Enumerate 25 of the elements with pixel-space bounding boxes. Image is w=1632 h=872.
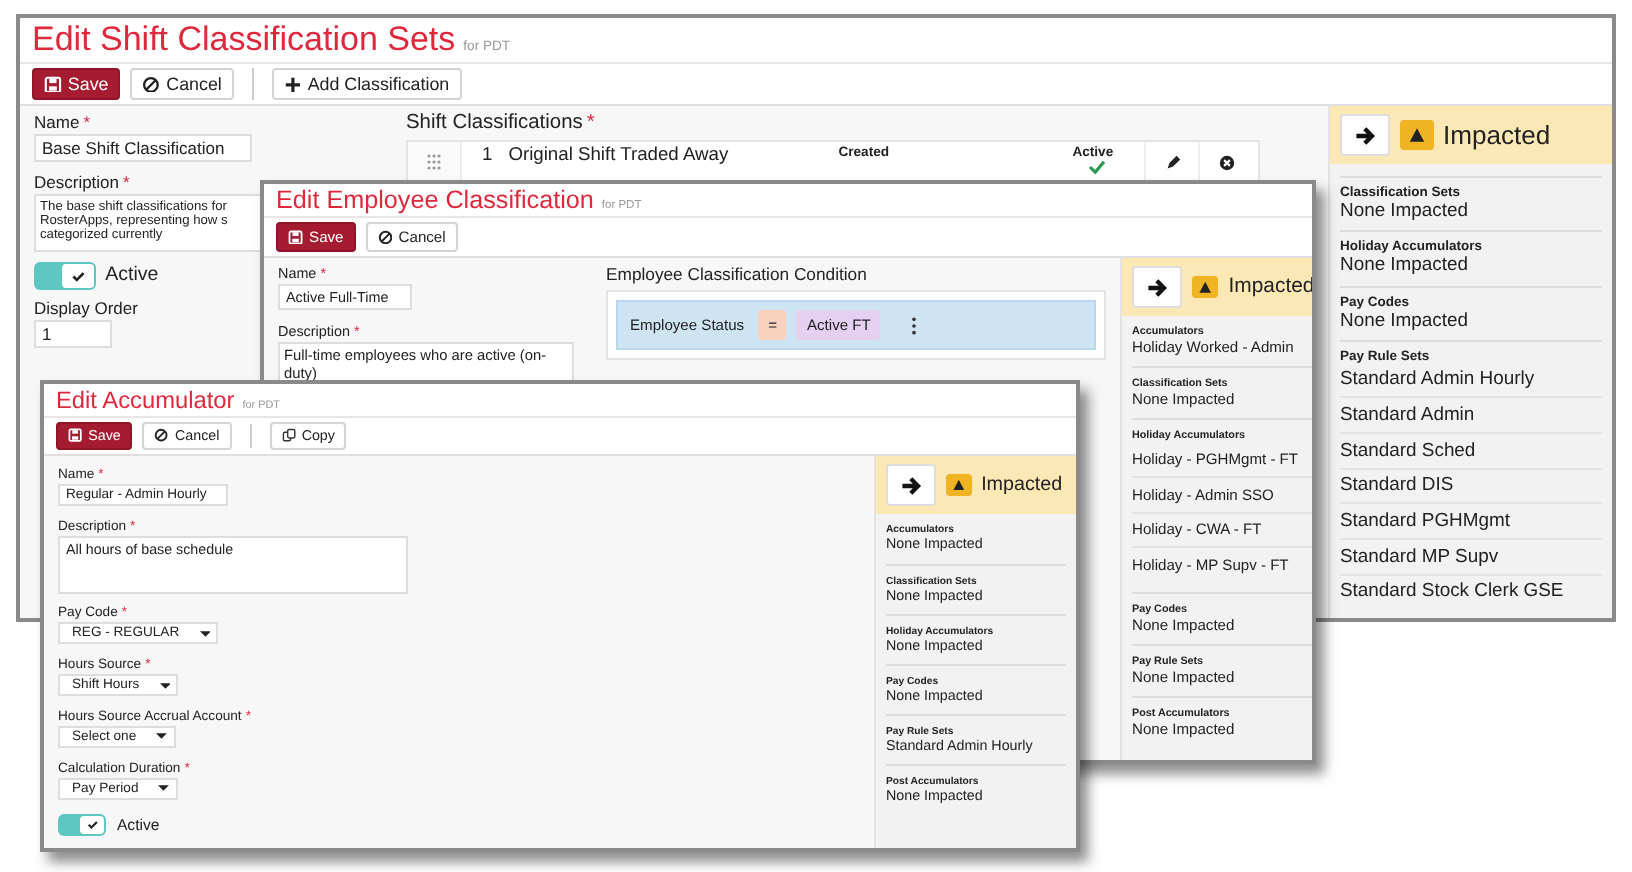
classification-name: Original Shift Traded Away (508, 142, 731, 164)
row-number: 1 (480, 142, 495, 164)
impacted-title: Impacted (981, 474, 1063, 497)
window-title: Edit Shift Classification Sets (32, 20, 456, 60)
required-mark: * (123, 171, 130, 192)
impact-item: Standard Sched (1340, 433, 1602, 470)
impact-item: None Impacted (1340, 309, 1471, 332)
impact-item: Standard MP Supv (1340, 539, 1602, 576)
impact-item: Standard PGHMgmt (1340, 504, 1602, 540)
required-mark: * (83, 112, 90, 132)
impact-item: Standard Admin (1340, 398, 1602, 434)
toggle-label: Active (105, 264, 159, 287)
impact-item: None Impacted (1340, 254, 1471, 277)
field-label: Display Order (34, 298, 138, 319)
required-mark: * (586, 112, 595, 134)
impact-item: Standard DIS (1340, 469, 1602, 505)
impact-item: Standard Stock Clerk GSE (1340, 578, 1566, 607)
section-heading: Employee Classification Condition (606, 264, 867, 284)
window-title: Edit Accumulator (56, 386, 235, 414)
impacted-title: Impacted (1443, 120, 1551, 151)
field-label: Description (34, 171, 120, 192)
impact-item: Standard Admin Hourly (1340, 363, 1602, 399)
section-heading: Shift Classifications (406, 112, 583, 134)
impact-item: None Impacted (1340, 200, 1471, 223)
field-label: Name (34, 112, 80, 132)
